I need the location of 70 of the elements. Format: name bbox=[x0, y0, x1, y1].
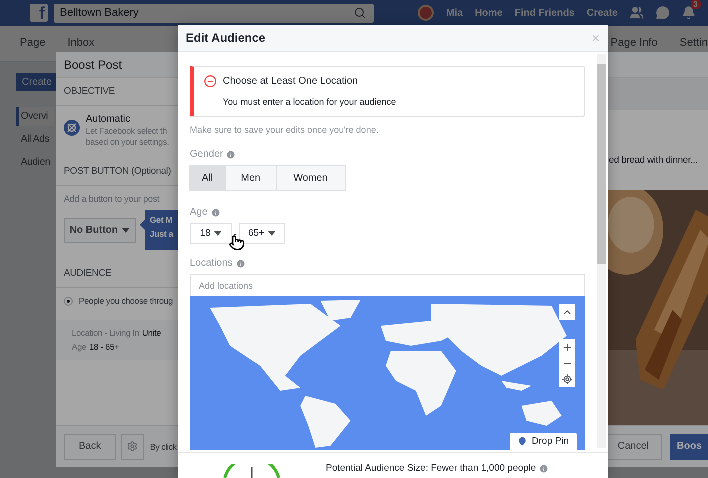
search-field[interactable]: Belltown Bakery bbox=[54, 4, 374, 22]
field-hint: Add a button to your post bbox=[64, 194, 161, 204]
locate-icon bbox=[562, 374, 572, 384]
scrollbar[interactable] bbox=[597, 54, 606, 448]
field-label: Age bbox=[190, 207, 208, 218]
pin-icon bbox=[518, 437, 528, 446]
summary-value: 18 - 65+ bbox=[90, 342, 120, 352]
dialog-title: Boost Post bbox=[64, 58, 122, 72]
hand-cursor-icon bbox=[229, 235, 245, 251]
page-tab[interactable]: Settin bbox=[680, 37, 708, 49]
field-label: Locations bbox=[190, 258, 233, 269]
nav-link[interactable]: Home bbox=[475, 8, 503, 18]
caret-icon bbox=[122, 228, 130, 232]
tip-callout: Get M Just a bbox=[140, 210, 178, 250]
caret-icon bbox=[214, 231, 222, 236]
caret-icon bbox=[268, 231, 276, 236]
sidebar-item[interactable]: Overvi bbox=[16, 107, 54, 126]
sidebar-item[interactable]: Audien bbox=[16, 153, 54, 172]
objective-description: Let Facebook select th based on your settings. bbox=[86, 126, 170, 148]
sidebar-item[interactable]: All Ads bbox=[16, 130, 54, 149]
range-separator: - bbox=[234, 228, 237, 238]
alert-title: Choose at Least One Location bbox=[223, 76, 358, 87]
page-tab[interactable]: Inbox bbox=[68, 37, 95, 49]
boost-button[interactable]: Boos bbox=[670, 434, 708, 460]
radio-button[interactable] bbox=[64, 296, 73, 306]
chat-icon[interactable] bbox=[656, 6, 670, 20]
zoom-in-button[interactable] bbox=[559, 339, 575, 355]
locate-button[interactable] bbox=[559, 371, 575, 387]
age-select[interactable]: 65+ bbox=[239, 223, 285, 244]
nav-link[interactable]: Find Friends bbox=[514, 8, 575, 18]
alert-message: You must enter a location for your audience bbox=[222, 97, 398, 107]
audience-size-text: Potential Audience Size: Fewer than 1,000 people bbox=[326, 463, 536, 474]
friends-icon[interactable] bbox=[630, 6, 644, 20]
summary-label: Age bbox=[72, 342, 87, 352]
logo[interactable]: f bbox=[30, 4, 48, 22]
page-tab[interactable]: Page bbox=[20, 37, 46, 49]
summary-label: Location - Living In bbox=[72, 328, 140, 338]
search-icon[interactable] bbox=[354, 7, 366, 19]
gear-icon bbox=[127, 441, 138, 452]
avatar[interactable] bbox=[418, 5, 434, 21]
gender-option[interactable]: All bbox=[189, 165, 226, 191]
notification-badge: 3 bbox=[690, 0, 701, 9]
field-label: Gender bbox=[190, 149, 224, 160]
back-button[interactable]: Back bbox=[64, 434, 116, 460]
collapse-button[interactable] bbox=[559, 304, 575, 320]
age-select[interactable]: 18 bbox=[190, 223, 232, 244]
drop-pin-button[interactable]: Drop Pin bbox=[510, 433, 577, 450]
info-icon bbox=[539, 464, 550, 474]
page-tab[interactable]: Page Info bbox=[610, 37, 658, 49]
nav-link[interactable]: Create bbox=[586, 8, 618, 18]
save-note: Make sure to save your edits once you're done. bbox=[190, 125, 380, 135]
info-icon bbox=[210, 208, 221, 218]
terms-text: By click bbox=[150, 442, 177, 452]
bell-icon[interactable] bbox=[682, 6, 696, 20]
settings-button[interactable] bbox=[121, 434, 144, 460]
info-icon bbox=[236, 258, 246, 268]
profile-link[interactable]: Mia bbox=[446, 8, 464, 18]
button-select[interactable]: No Button bbox=[64, 218, 136, 242]
gauge-icon bbox=[222, 464, 282, 478]
dialog-title: Edit Audience bbox=[186, 31, 266, 45]
summary-value: Unite bbox=[142, 328, 162, 338]
location-field[interactable]: Add locations bbox=[190, 274, 585, 296]
gender-option[interactable]: Men bbox=[225, 165, 277, 191]
radio-label: People you choose throug bbox=[79, 296, 173, 306]
info-icon bbox=[226, 150, 236, 160]
plus-icon bbox=[562, 342, 572, 352]
error-icon bbox=[204, 75, 217, 88]
objective-icon bbox=[64, 120, 80, 136]
gender-option[interactable]: Women bbox=[276, 165, 346, 191]
objective-option: Automatic bbox=[86, 114, 178, 125]
